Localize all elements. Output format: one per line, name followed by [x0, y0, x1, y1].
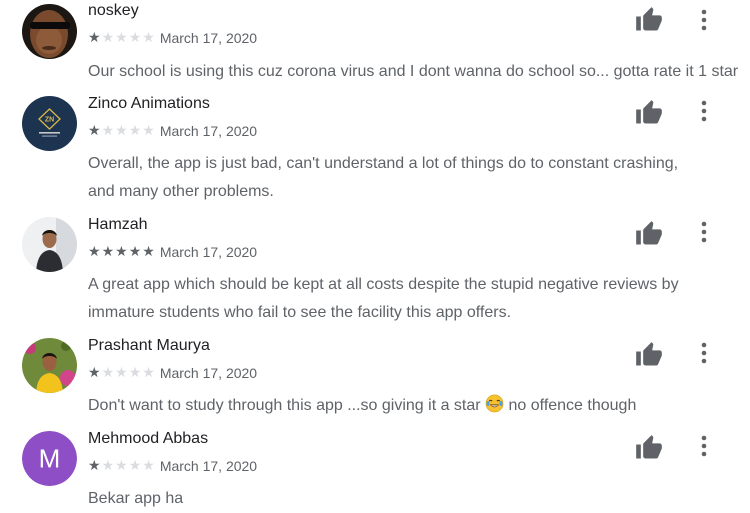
thumb-up-icon[interactable] [635, 220, 663, 248]
reviewer-name: Zinco Animations [88, 95, 210, 112]
review-date: March 17, 2020 [159, 365, 258, 381]
review-text-part: Don't want to study through this app ...… [88, 397, 481, 414]
star-icon: ★ [88, 364, 101, 380]
zn-logo-text: ZN [45, 117, 54, 124]
star-icon: ★ [142, 29, 155, 45]
rating-row: ★★★★★ March 17, 2020 [88, 243, 258, 261]
star-icon: ★ [142, 243, 155, 259]
more-vert-icon[interactable] [692, 97, 716, 125]
star-icon: ★ [115, 29, 128, 45]
star-rating: ★★★★★ [88, 29, 156, 47]
star-icon: ★ [101, 122, 115, 138]
reviewer-name: Hamzah [88, 216, 148, 233]
more-vert-icon[interactable] [692, 339, 716, 367]
avatar: M [22, 431, 77, 486]
avatar: ZN [22, 96, 77, 151]
star-icon: ★ [101, 29, 115, 45]
star-icon: ★ [128, 29, 142, 45]
review-date: March 17, 2020 [159, 458, 258, 474]
rating-row: ★★★★★ March 17, 2020 [88, 364, 258, 382]
star-icon: ★ [88, 29, 101, 45]
review-text: Don't want to study through this app ...… [88, 392, 738, 423]
star-icon: ★ [142, 122, 155, 138]
star-icon: ★ [88, 243, 101, 259]
star-icon: ★ [115, 457, 128, 473]
star-icon: ★ [115, 364, 128, 380]
avatar [22, 217, 77, 272]
reviewer-name: Mehmood Abbas [88, 430, 209, 447]
review-date: March 17, 2020 [159, 30, 258, 46]
star-rating: ★★★★★ [88, 122, 156, 140]
rating-row: ★★★★★ March 17, 2020 [88, 29, 258, 47]
avatar [22, 4, 77, 59]
reviewer-name: noskey [88, 2, 139, 19]
thumb-up-icon[interactable] [635, 434, 663, 462]
star-icon: ★ [101, 364, 115, 380]
thumb-up-icon[interactable] [635, 341, 663, 369]
rating-row: ★★★★★ March 17, 2020 [88, 122, 258, 140]
star-icon: ★ [115, 122, 128, 138]
more-vert-icon[interactable] [692, 6, 716, 34]
review-text: Overall, the app is just bad, can't unde… [88, 155, 679, 200]
rating-row: ★★★★★ March 17, 2020 [88, 457, 258, 475]
review-date: March 17, 2020 [159, 244, 258, 260]
star-icon: ★ [128, 364, 142, 380]
star-icon: ★ [88, 457, 101, 473]
tears-of-joy-emoji-icon [485, 394, 504, 423]
star-icon: ★ [142, 457, 155, 473]
star-rating: ★★★★★ [88, 243, 156, 261]
review-text: A great app which should be kept at all … [88, 276, 679, 321]
thumb-up-icon[interactable] [635, 6, 663, 34]
star-rating: ★★★★★ [88, 457, 156, 475]
more-vert-icon[interactable] [692, 218, 716, 246]
reviewer-name: Prashant Maurya [88, 337, 210, 354]
star-icon: ★ [128, 457, 142, 473]
star-icon: ★ [115, 243, 128, 259]
star-icon: ★ [142, 364, 155, 380]
star-icon: ★ [101, 243, 115, 259]
review-text: Bekar app ha [88, 490, 184, 507]
avatar [22, 338, 77, 393]
review-text-part: no offence though [508, 397, 637, 414]
star-rating: ★★★★★ [88, 364, 156, 382]
avatar-letter: M [39, 444, 61, 474]
thumb-up-icon[interactable] [635, 99, 663, 127]
star-icon: ★ [101, 457, 115, 473]
star-icon: ★ [128, 243, 142, 259]
star-icon: ★ [88, 122, 101, 138]
star-icon: ★ [128, 122, 142, 138]
review-text: Our school is using this cuz corona viru… [88, 63, 739, 80]
more-vert-icon[interactable] [692, 432, 716, 460]
review-date: March 17, 2020 [159, 123, 258, 139]
